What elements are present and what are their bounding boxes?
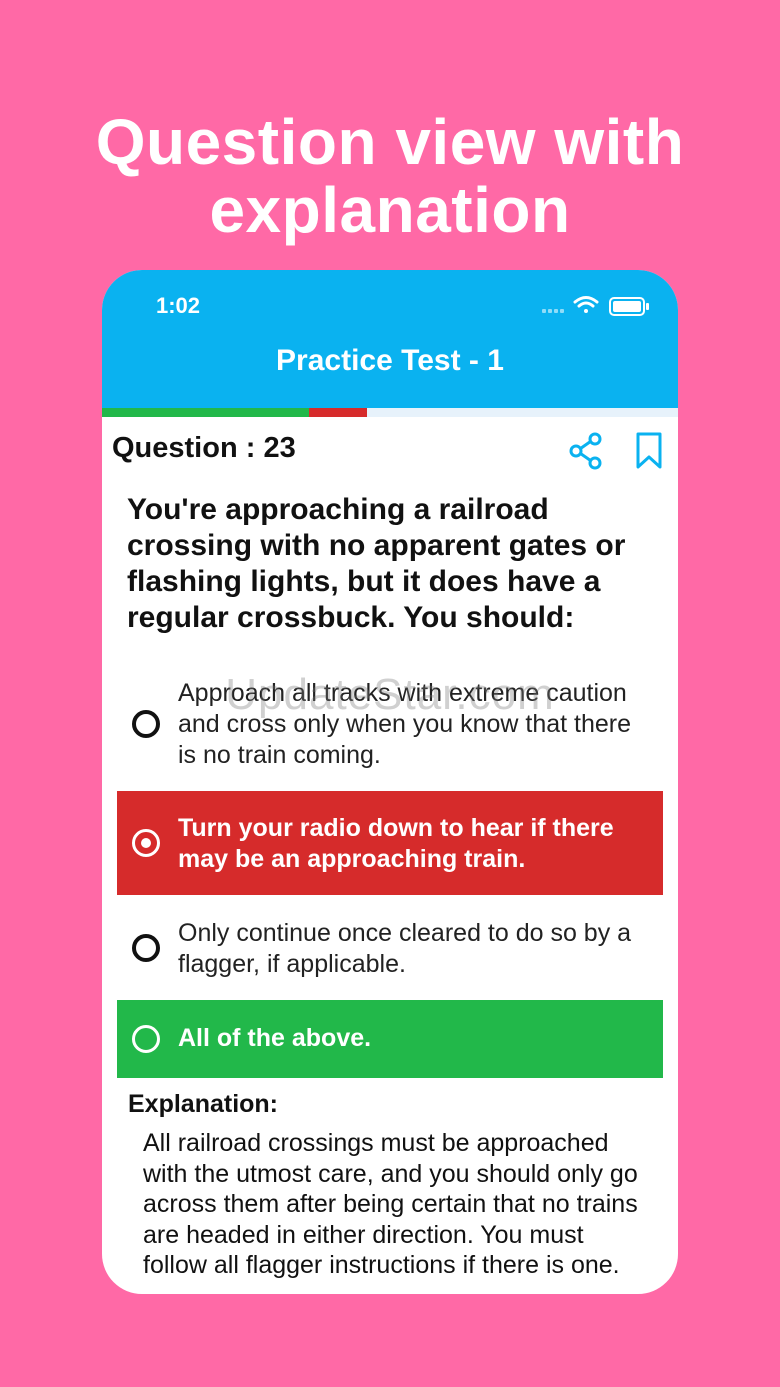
progress-bar <box>102 408 678 417</box>
battery-icon <box>609 297 649 316</box>
radio-selected-icon <box>132 829 160 857</box>
radio-unselected-icon <box>132 934 160 962</box>
question-number: Question : 23 <box>112 432 296 464</box>
answer-option-2[interactable]: Turn your radio down to hear if there ma… <box>117 791 663 895</box>
watermark: UpdateStar.com <box>225 670 555 719</box>
answer-option-4[interactable]: All of the above. <box>117 1000 663 1078</box>
explanation-title: Explanation: <box>128 1090 279 1118</box>
status-icons <box>542 296 649 316</box>
radio-correct-icon <box>132 1025 160 1053</box>
status-time: 1:02 <box>156 293 201 318</box>
progress-wrong-segment <box>309 408 367 417</box>
answer-option-3[interactable]: Only continue once cleared to do so by a… <box>117 906 663 996</box>
answer-option-4-label: All of the above. <box>178 1024 372 1052</box>
promo-headline: Question view with explanation <box>0 108 780 244</box>
progress-correct-segment <box>102 408 309 417</box>
question-text: You're approaching a railroad crossing w… <box>127 493 626 634</box>
app-header: 1:02 Practice Test - 1 <box>102 270 678 408</box>
answer-option-2-label: Turn your radio down to hear if there ma… <box>178 814 614 873</box>
share-icon[interactable] <box>568 432 604 470</box>
answer-option-3-label: Only continue once cleared to do so by a… <box>178 919 632 978</box>
wifi-icon <box>573 296 599 313</box>
page-title: Practice Test - 1 <box>276 344 504 377</box>
signal-icon <box>542 309 564 313</box>
bookmark-icon[interactable] <box>635 432 663 470</box>
explanation-text: All railroad crossings must be approache… <box>143 1129 638 1279</box>
promo-headline-line1: Question view with <box>95 106 685 178</box>
promo-headline-line2: explanation <box>209 174 571 246</box>
phone-screen: 1:02 Practice Test - 1 Question: 23 You… <box>102 270 678 1294</box>
